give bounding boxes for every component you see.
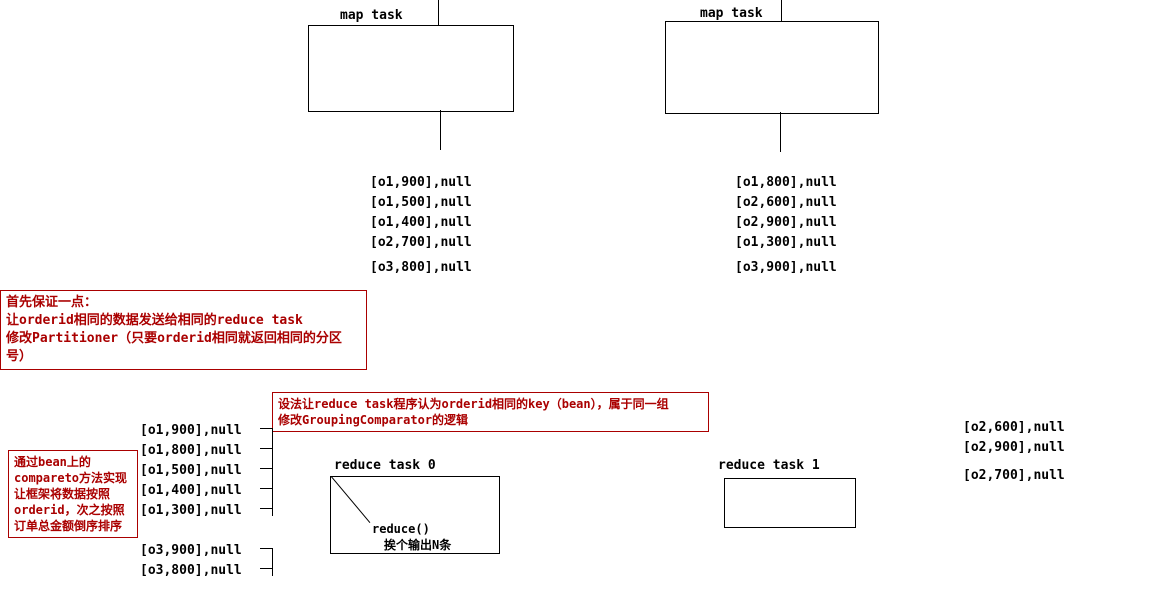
merged-1: [o1,800],null [140, 443, 242, 458]
merged-3: [o1,400],null [140, 483, 242, 498]
map-task-box-right [665, 21, 879, 114]
note-grouping-comparator: 设法让reduce task程序认为orderid相同的key（bean），属于… [272, 392, 709, 432]
bracket-group2 [272, 548, 273, 576]
reduce-right-1: [o2,900],null [963, 440, 1065, 455]
hline-m3 [260, 488, 272, 489]
reduce-inner-2: 挨个输出N条 [384, 536, 451, 553]
vline-bottom-right-in [780, 112, 781, 152]
vline-bottom-left-in [440, 110, 441, 150]
hline-m5 [260, 548, 272, 549]
merged-5: [o3,900],null [140, 543, 242, 558]
map-task-label-left: map task [340, 8, 403, 23]
hline-m0 [260, 428, 272, 429]
hline-m1 [260, 448, 272, 449]
right-data-1: [o2,600],null [735, 195, 837, 210]
reduce-task-1-box [724, 478, 856, 528]
merged-6: [o3,800],null [140, 563, 242, 578]
hline-m6 [260, 568, 272, 569]
bracket-group1 [272, 428, 273, 516]
hline-m2 [260, 468, 272, 469]
left-data-4: [o3,800],null [370, 260, 472, 275]
left-data-0: [o1,900],null [370, 175, 472, 190]
map-task-label-right: map task [700, 6, 763, 21]
right-data-2: [o2,900],null [735, 215, 837, 230]
right-data-4: [o3,900],null [735, 260, 837, 275]
note-partitioner: 首先保证一点： 让orderid相同的数据发送给相同的reduce task 修… [0, 290, 367, 370]
reduce-task-1-label: reduce task 1 [718, 458, 820, 473]
reduce-right-0: [o2,600],null [963, 420, 1065, 435]
vline-top-right-in [781, 0, 782, 21]
right-data-3: [o1,300],null [735, 235, 837, 250]
merged-4: [o1,300],null [140, 503, 242, 518]
left-data-3: [o2,700],null [370, 235, 472, 250]
reduce-right-2: [o2,700],null [963, 468, 1065, 483]
reduce-inner-1: reduce() [372, 522, 430, 536]
right-data-0: [o1,800],null [735, 175, 837, 190]
left-data-1: [o1,500],null [370, 195, 472, 210]
map-task-box-left [308, 25, 514, 112]
note-compareto: 通过bean上的compareto方法实现让框架将数据按照orderid，次之按… [8, 450, 138, 538]
merged-0: [o1,900],null [140, 423, 242, 438]
left-data-2: [o1,400],null [370, 215, 472, 230]
vline-top-left-in [438, 0, 439, 25]
hline-m4 [260, 508, 272, 509]
merged-2: [o1,500],null [140, 463, 242, 478]
reduce-task-0-label: reduce task 0 [334, 458, 436, 473]
